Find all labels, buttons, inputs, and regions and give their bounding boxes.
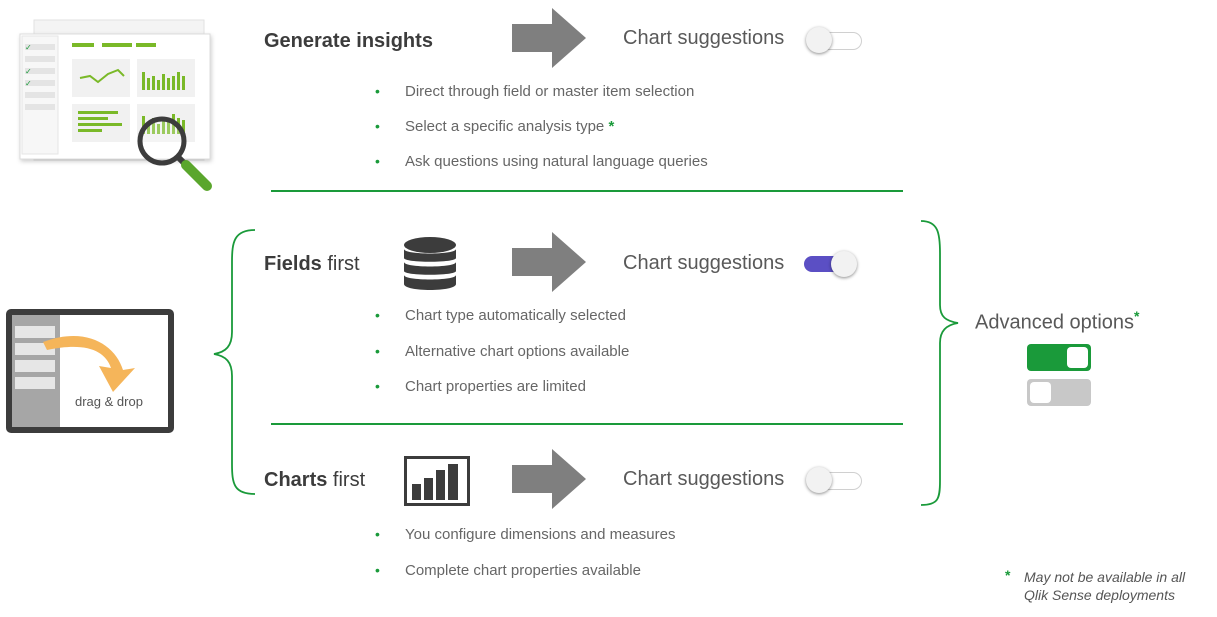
- section-divider: [271, 423, 903, 425]
- arrow-right-icon: [512, 8, 586, 68]
- bullet-dot: •: [375, 378, 380, 394]
- arrow-right-icon: [512, 232, 586, 292]
- bullet-dot: •: [375, 562, 380, 578]
- drag-drop-label: drag & drop: [75, 394, 143, 409]
- generate-insights-heading: Generate insights: [264, 30, 433, 52]
- bullet-dot: •: [375, 83, 380, 99]
- bullet-dot: •: [375, 153, 380, 169]
- right-brace: [920, 220, 959, 506]
- bullet-dot: •: [375, 343, 380, 359]
- bar-chart-icon: [404, 456, 470, 506]
- bullet-text: Complete chart properties available: [405, 562, 641, 579]
- dashboard-magnifier-icon: ✓ ✓ ✓: [19, 19, 212, 191]
- bullet-dot: •: [375, 526, 380, 542]
- footnote-line-1: May not be available in all: [1024, 569, 1186, 585]
- bullet-dot: •: [375, 307, 380, 323]
- chart-suggestions-label-fields: Chart suggestions: [623, 252, 785, 274]
- chart-suggestions-toggle-fields[interactable]: [802, 250, 862, 278]
- chart-suggestions-label-insights: Chart suggestions: [623, 27, 785, 49]
- bullet-dot: •: [375, 118, 380, 134]
- section-divider: [271, 190, 903, 192]
- footnote-star: *: [608, 118, 615, 135]
- fields-first-heading: Fields first: [264, 253, 360, 275]
- bullet-text: Direct through field or master item sele…: [405, 83, 695, 100]
- svg-text:✓: ✓: [25, 67, 32, 76]
- chart-suggestions-toggle-insights[interactable]: [804, 26, 864, 54]
- chart-suggestions-toggle-charts[interactable]: [804, 466, 864, 494]
- bullet-text: Chart properties are limited: [405, 378, 586, 395]
- advanced-toggle-off[interactable]: [1027, 379, 1091, 406]
- charts-first-heading: Charts first: [264, 469, 366, 491]
- arrow-right-icon: [512, 449, 586, 509]
- bullet-text: Alternative chart options available: [405, 343, 630, 360]
- bullet-text: Ask questions using natural language que…: [405, 153, 708, 170]
- bullet-text: Chart type automatically selected: [405, 307, 626, 324]
- bullet-text: Select a specific analysis type: [405, 118, 605, 135]
- footnote-star: *: [1005, 567, 1011, 583]
- database-icon: [404, 237, 456, 290]
- advanced-options-label: Advanced options*: [975, 308, 1140, 334]
- left-brace: [213, 229, 256, 495]
- bullet-text: You configure dimensions and measures: [405, 526, 676, 543]
- chart-suggestions-label-charts: Chart suggestions: [623, 468, 785, 490]
- svg-text:✓: ✓: [25, 79, 32, 88]
- drag-drop-tablet-icon: drag & drop: [5, 308, 175, 434]
- advanced-toggle-on[interactable]: [1027, 344, 1091, 371]
- svg-text:✓: ✓: [25, 43, 32, 52]
- footnote-line-2: Qlik Sense deployments: [1024, 587, 1175, 603]
- footnote: * May not be available in all Qlik Sense…: [1005, 567, 1185, 604]
